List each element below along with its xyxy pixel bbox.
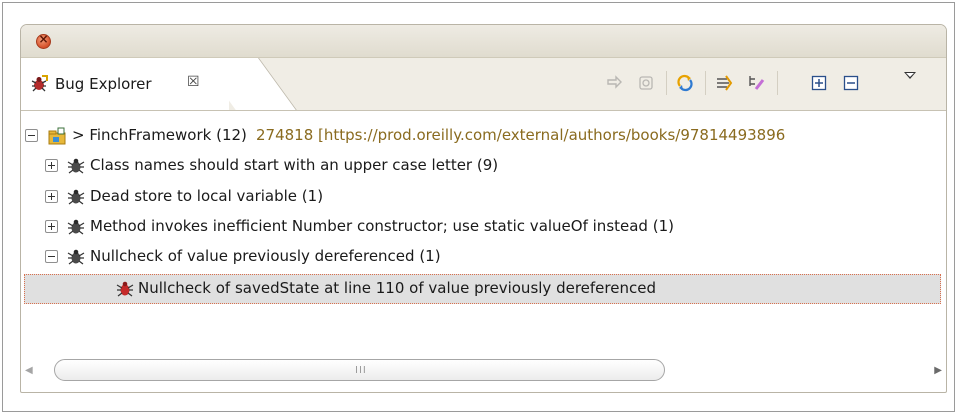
bug-label: Nullcheck of savedState at line 110 of v… [138,279,656,297]
toolbar-separator [777,71,778,95]
bug-explorer-window: Bug Explorer ☒ [20,24,947,393]
filter-icon[interactable] [715,74,733,92]
view-tab-bar: Bug Explorer ☒ [21,58,946,111]
bug-icon [116,281,134,297]
scroll-thumb[interactable]: III [54,359,665,381]
tree-row-category[interactable]: Dead store to local variable (1) [21,184,946,212]
bug-explorer-icon [31,75,48,92]
close-window-button[interactable] [36,32,51,49]
sync-icon[interactable] [676,74,694,92]
category-label: Nullcheck of value previously dereferenc… [90,247,441,265]
tree-row-category[interactable]: Class names should start with an upper c… [21,153,946,181]
tab-close-icon[interactable]: ☒ [187,74,200,90]
expand-all-icon[interactable] [810,74,828,92]
tree-row-category[interactable]: Method invokes inefficient Number constr… [21,214,946,242]
previous-icon[interactable] [605,74,623,92]
tree-row-category[interactable]: Nullcheck of value previously dereferenc… [21,244,946,272]
bug-category-icon [67,158,85,174]
scroll-left-arrow-icon[interactable]: ◀ [25,365,33,376]
toolbar-separator [666,71,667,95]
bug-category-icon [67,189,85,205]
tree-row-bug-selected[interactable]: Nullcheck of savedState at line 110 of v… [24,274,941,304]
expand-toggle-icon[interactable] [45,159,58,172]
project-detail: 274818 [https://prod.oreilly.com/externa… [256,126,786,144]
category-label: Class names should start with an upper c… [90,156,499,174]
project-label: > FinchFramework (12) [72,126,247,144]
horizontal-scrollbar[interactable]: ◀ III ▶ [25,359,942,383]
category-label: Method invokes inefficient Number constr… [90,217,674,235]
expand-toggle-icon[interactable] [45,190,58,203]
tab-bug-explorer[interactable]: Bug Explorer ☒ [21,58,229,110]
refresh-icon[interactable] [637,74,655,92]
collapse-toggle-icon[interactable] [45,250,58,263]
tab-label: Bug Explorer [55,75,152,93]
toolbar-separator [705,71,706,95]
scroll-grip: III [355,365,367,376]
bug-category-icon [67,249,85,265]
group-icon[interactable] [747,74,765,92]
expand-toggle-icon[interactable] [45,220,58,233]
tree-row-project[interactable]: > FinchFramework (12) 274818 [https://pr… [21,123,946,151]
project-folder-icon [48,127,66,145]
title-bar [21,25,946,58]
collapse-all-icon[interactable] [842,74,860,92]
collapse-toggle-icon[interactable] [25,129,38,142]
view-menu-icon[interactable] [904,72,916,79]
scroll-right-arrow-icon[interactable]: ▶ [934,365,942,376]
bug-category-icon [67,219,85,235]
category-label: Dead store to local variable (1) [90,187,324,205]
